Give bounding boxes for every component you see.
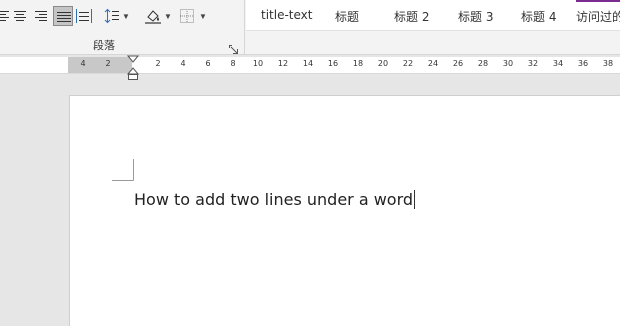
margin-corner-mark	[112, 159, 134, 186]
chevron-down-icon[interactable]: ▼	[122, 12, 130, 21]
style-accent-bar	[576, 0, 620, 2]
horizontal-ruler[interactable]: 4 2 2 4 6 8 10 12 14 16 18 20 22 24 26 2…	[0, 57, 620, 74]
style-heading-1[interactable]: 标题	[335, 8, 359, 25]
style-heading-3[interactable]: 标题 3	[458, 8, 493, 25]
ruler-tick: 32	[527, 59, 539, 68]
ruler-tick: 18	[352, 59, 364, 68]
line-spacing-icon[interactable]	[104, 8, 120, 24]
ruler-tick: 4	[180, 59, 186, 68]
ruler-tick: 8	[230, 59, 236, 68]
style-heading-4[interactable]: 标题 4	[521, 8, 556, 25]
ruler-tick: 14	[302, 59, 314, 68]
ruler-tick: 28	[477, 59, 489, 68]
ruler-tick: 36	[577, 59, 589, 68]
chevron-down-icon[interactable]: ▼	[164, 12, 172, 21]
ruler-tick: 4	[80, 59, 86, 68]
ruler-tick: 10	[252, 59, 264, 68]
justify-icon[interactable]	[53, 6, 73, 26]
ruler-tick: 38	[602, 59, 614, 68]
document-text-line[interactable]: How to add two lines under a word	[134, 190, 416, 209]
ruler-tick: 26	[452, 59, 464, 68]
ruler-tick: 2	[105, 59, 111, 68]
align-left-icon[interactable]	[0, 10, 10, 22]
borders-icon[interactable]	[180, 9, 194, 23]
styles-gallery: title-text 标题 标题 2 标题 3 标题 4 访问过的…	[246, 0, 620, 31]
ruler-tick: 16	[327, 59, 339, 68]
align-center-icon[interactable]	[13, 10, 27, 22]
ruler-tick: 2	[155, 59, 161, 68]
chevron-down-icon[interactable]: ▼	[199, 12, 207, 21]
ruler-tick: 6	[205, 59, 211, 68]
ribbon: ▼ ▼ ▼ 段落 title-text 标题 标题 2 标题 3 标题 4 访问…	[0, 0, 620, 55]
document-page[interactable]	[69, 95, 620, 326]
distributed-icon[interactable]	[76, 8, 92, 24]
ruler-tick: 20	[377, 59, 389, 68]
group-separator	[244, 0, 245, 54]
ruler-tick: 34	[552, 59, 564, 68]
text-cursor	[414, 190, 416, 209]
shading-icon[interactable]	[144, 7, 162, 25]
ruler-tick: 12	[277, 59, 289, 68]
ruler-tick: 22	[402, 59, 414, 68]
style-heading-2[interactable]: 标题 2	[394, 8, 429, 25]
style-title-text[interactable]: title-text	[261, 8, 312, 22]
indent-marker[interactable]	[126, 55, 140, 86]
paragraph-group-label: 段落	[93, 39, 115, 52]
style-followed-hyperlink[interactable]: 访问过的…	[576, 8, 620, 25]
paragraph-group: ▼ ▼ ▼ 段落	[0, 0, 244, 54]
ruler-tick: 30	[502, 59, 514, 68]
ruler-tick: 24	[427, 59, 439, 68]
document-text: How to add two lines under a word	[134, 190, 414, 209]
align-right-icon[interactable]	[34, 10, 48, 22]
